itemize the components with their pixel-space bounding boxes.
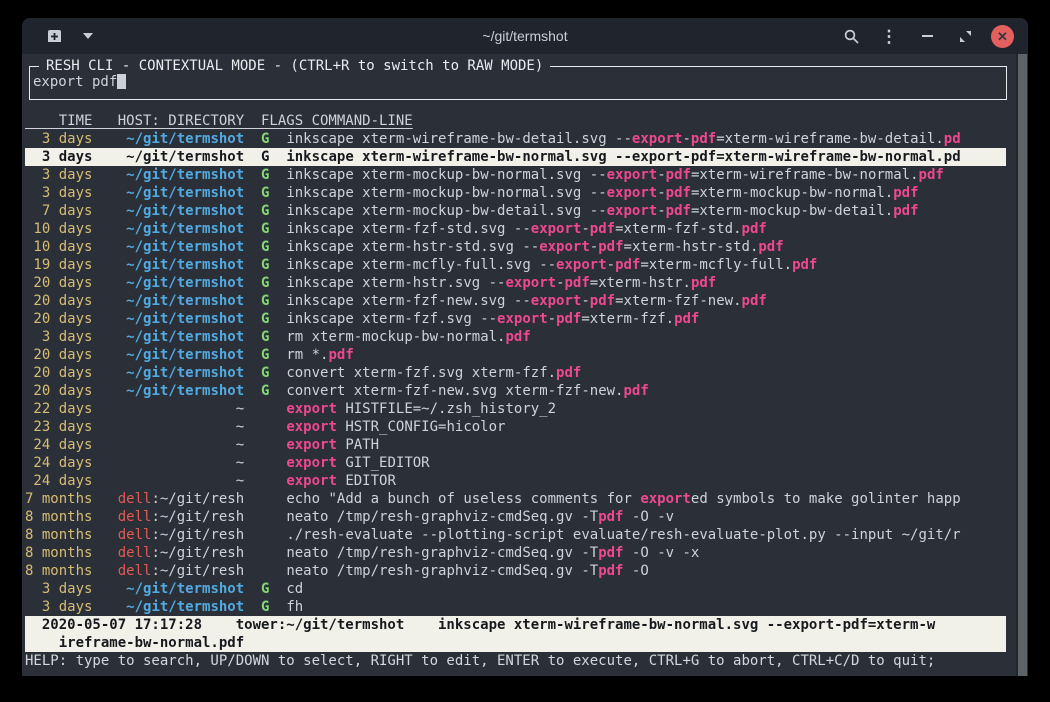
terminal-body: RESH CLI - CONTEXTUAL MODE - (CTRL+R to … [22,54,1028,676]
restore-button[interactable] [953,24,977,48]
history-row[interactable]: 7 months dell:~/git/resh echo "Add a bun… [25,490,1006,508]
close-icon: ✕ [997,25,1008,48]
terminal-window: ~/git/termshot ⋮ [22,18,1028,676]
history-row[interactable]: 3 days ~/git/termshot G inkscape xterm-m… [25,184,1006,202]
history-row[interactable]: 3 days ~/git/termshot G fh [25,598,1006,616]
search-icon [843,28,860,45]
new-tab-icon [46,29,63,43]
history-rows: 3 days ~/git/termshot G inkscape xterm-w… [25,130,1006,616]
history-row[interactable]: 8 months dell:~/git/resh neato /tmp/resh… [25,508,1006,526]
history-row[interactable]: 19 days ~/git/termshot G inkscape xterm-… [25,256,1006,274]
history-row[interactable]: 7 days ~/git/termshot G inkscape xterm-m… [25,202,1006,220]
chevron-down-icon [83,33,93,39]
restore-icon [959,30,972,43]
history-row[interactable]: 20 days ~/git/termshot G convert xterm-f… [25,364,1006,382]
history-row[interactable]: 3 days ~/git/termshot G inkscape xterm-w… [25,130,1006,148]
history-row[interactable]: 3 days ~/git/termshot G rm xterm-mockup-… [25,328,1006,346]
screen: ~/git/termshot ⋮ [0,0,1050,702]
search-button[interactable] [839,24,863,48]
menu-button[interactable]: ⋮ [877,24,901,48]
titlebar-right-group: ⋮ ✕ [839,24,1014,48]
history-row[interactable]: 3 days ~/git/termshot G inkscape xterm-w… [25,148,1006,166]
history-row[interactable]: 8 months dell:~/git/resh ./resh-evaluate… [25,526,1006,544]
titlebar: ~/git/termshot ⋮ [22,18,1028,54]
history-row[interactable]: 10 days ~/git/termshot G inkscape xterm-… [25,238,1006,256]
history-row[interactable]: 24 days ~ export EDITOR [25,472,1006,490]
titlebar-left-group [42,24,100,48]
history-row[interactable]: 20 days ~/git/termshot G inkscape xterm-… [25,274,1006,292]
history-row[interactable]: 8 months dell:~/git/resh neato /tmp/resh… [25,544,1006,562]
new-tab-button[interactable] [42,24,66,48]
history-row[interactable]: 8 months dell:~/git/resh neato /tmp/resh… [25,562,1006,580]
kebab-menu-icon: ⋮ [881,28,898,45]
history-row[interactable]: 10 days ~/git/termshot G inkscape xterm-… [25,220,1006,238]
search-panel: RESH CLI - CONTEXTUAL MODE - (CTRL+R to … [29,66,1007,100]
history-row[interactable]: 3 days ~/git/termshot G inkscape xterm-m… [25,166,1006,184]
text-cursor [117,73,126,89]
history-row[interactable]: 23 days ~ export HSTR_CONFIG=hicolor [25,418,1006,436]
status-line-2: ireframe-bw-normal.pdf [25,634,1006,652]
close-button[interactable]: ✕ [991,25,1014,48]
status-line-1: 2020-05-07 17:17:28 tower:~/git/termshot… [25,616,1006,634]
history-row[interactable]: 20 days ~/git/termshot G inkscape xterm-… [25,310,1006,328]
table-header: TIME HOST: DIRECTORY FLAGS COMMAND-LINE [25,112,1006,130]
history-row[interactable]: 24 days ~ export GIT_EDITOR [25,454,1006,472]
history-row[interactable]: 20 days ~/git/termshot G rm *.pdf [25,346,1006,364]
minimize-icon [922,35,933,37]
search-panel-title: RESH CLI - CONTEXTUAL MODE - (CTRL+R to … [39,58,550,74]
history-row[interactable]: 20 days ~/git/termshot G convert xterm-f… [25,382,1006,400]
help-bar: HELP: type to search, UP/DOWN to select,… [25,652,1006,670]
history-row[interactable]: 22 days ~ export HISTFILE=~/.zsh_history… [25,400,1006,418]
history-row[interactable]: 24 days ~ export PATH [25,436,1006,454]
tab-dropdown-button[interactable] [76,24,100,48]
scrollbar[interactable] [1016,54,1027,676]
history-row[interactable]: 20 days ~/git/termshot G inkscape xterm-… [25,292,1006,310]
history-row[interactable]: 3 days ~/git/termshot G cd [25,580,1006,598]
history-table: TIME HOST: DIRECTORY FLAGS COMMAND-LINE … [25,112,1006,670]
search-query: export pdf [33,74,117,90]
minimize-button[interactable] [915,24,939,48]
status-bar: 2020-05-07 17:17:28 tower:~/git/termshot… [25,616,1006,652]
